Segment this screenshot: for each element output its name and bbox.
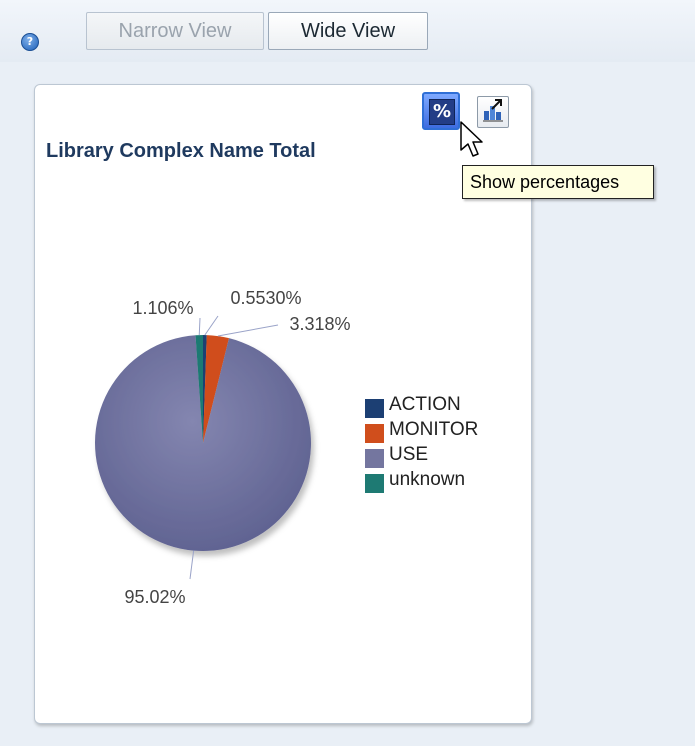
legend-label: unknown [389,469,466,490]
legend-swatch-action [365,399,384,418]
tooltip: Show percentages [462,165,654,199]
percent-icon: % [429,99,455,125]
narrow-view-button[interactable]: Narrow View [86,12,264,50]
legend-swatch-monitor [365,424,384,443]
mouse-pointer-icon [460,121,483,157]
chart-title: Library Complex Name Total [46,140,316,162]
legend-swatch-use [365,449,384,468]
legend-label: USE [389,444,429,465]
question-icon[interactable]: ? [21,33,39,51]
show-percentages-button[interactable]: % [422,92,460,130]
legend-swatch-unknown [365,474,384,493]
wide-view-button[interactable]: Wide View [268,12,428,50]
legend-label: ACTION [389,394,461,415]
legend-label: MONITOR [389,419,479,440]
